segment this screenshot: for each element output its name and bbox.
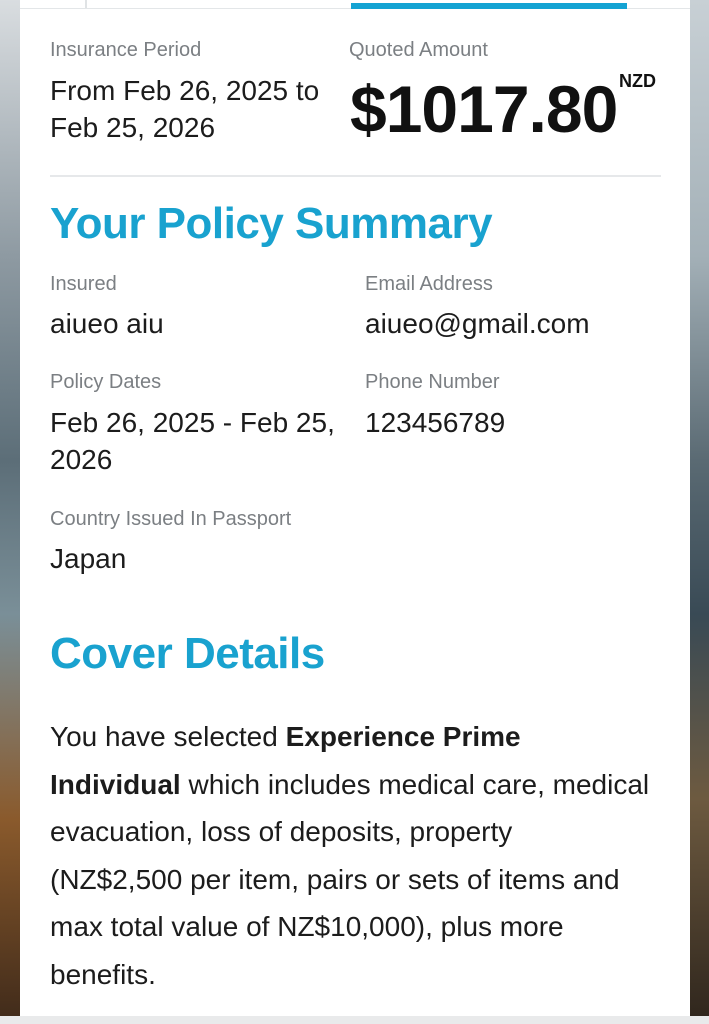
- tab-divider: [85, 0, 87, 8]
- currency-code: NZD: [619, 71, 656, 91]
- policy-dates-label: Policy Dates: [50, 371, 162, 393]
- policy-summary-title: Your Policy Summary: [50, 199, 493, 248]
- country-label: Country Issued In Passport: [50, 508, 292, 530]
- cover-text-after: which includes medical care, medical eva…: [50, 768, 650, 990]
- cover-text-before: You have selected: [50, 721, 286, 752]
- phone-label: Phone Number: [365, 371, 500, 393]
- tab-active-indicator[interactable]: [351, 3, 627, 9]
- email-value: aiueo@gmail.com: [365, 308, 590, 339]
- step-tabs: [20, 0, 690, 9]
- policy-dates-value: Feb 26, 2025 - Feb 25, 2026: [50, 407, 335, 475]
- policy-card: Insurance Period From Feb 26, 2025 to Fe…: [20, 0, 690, 1016]
- insurance-period-label: Insurance Period: [50, 39, 202, 61]
- background-right-edge: [690, 0, 709, 1024]
- phone-value: 123456789: [365, 407, 506, 438]
- divider: [50, 175, 661, 177]
- insurance-period-value: From Feb 26, 2025 to Feb 25, 2026: [50, 75, 320, 143]
- background-left-edge: [0, 0, 20, 1024]
- insured-label: Insured: [50, 273, 117, 295]
- cover-description: You have selected Experience Prime Indiv…: [50, 713, 650, 998]
- cover-details-title: Cover Details: [50, 629, 325, 678]
- country-value: Japan: [50, 543, 127, 574]
- quoted-amount-label: Quoted Amount: [349, 39, 488, 61]
- quoted-amount-value: $1017.80: [350, 72, 618, 146]
- insured-value: aiueo aiu: [50, 308, 164, 339]
- email-label: Email Address: [365, 273, 493, 295]
- bottom-strip: [0, 1016, 709, 1024]
